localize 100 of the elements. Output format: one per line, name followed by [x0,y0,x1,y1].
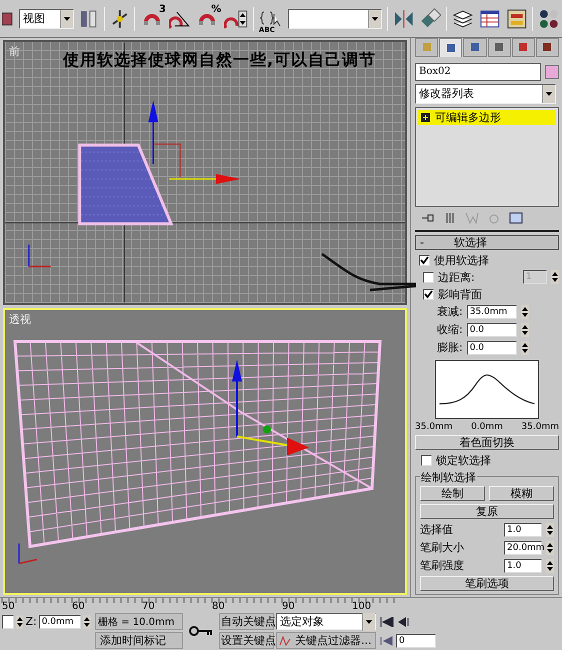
number-field[interactable]: 20.0mm [504,540,542,554]
spinner-arrows-icon[interactable] [551,270,559,284]
spinner-arrows-icon[interactable] [546,558,554,572]
ruler-label: 50 [2,601,15,612]
magnet-icon [143,12,162,24]
number-field[interactable]: 0.0 [466,322,517,336]
square-icon [444,42,457,54]
checkbox[interactable] [419,254,430,266]
key-mode-dropdown[interactable]: 选定对象 [276,613,376,630]
show-end-result-icon[interactable] [445,212,455,224]
key-icon[interactable] [188,625,214,637]
checkbox-label: 边距离: [438,270,475,284]
parameter-label: 笔刷强度 [420,558,465,573]
snap-toggle-button[interactable]: 3 [140,6,164,30]
percent-snap-button[interactable]: % [196,6,220,30]
panel-tab[interactable] [488,38,511,57]
number-field[interactable]: 35.0mm [466,304,517,318]
square-icon [420,41,433,54]
checkbox-label: 锁定软选择 [436,452,491,468]
frame-field[interactable]: 0 [396,634,436,648]
curve-axis-label: 35.0mm [521,422,559,432]
paint-button[interactable]: 绘制 [420,486,485,501]
square-icon [468,41,481,54]
shade-toggle-button[interactable]: 着色面切换 [415,435,559,450]
reference-dropdown[interactable]: 视图 [18,8,74,28]
curve-axis-label: 0.0mm [471,422,503,432]
curve-axis-label: 35.0mm [415,422,453,432]
layers-icon[interactable] [452,8,474,30]
parameter-label: 收缩: [437,322,463,337]
object-color-swatch[interactable] [545,64,559,79]
move-gizmo[interactable] [148,100,241,184]
spinner-arrows-icon[interactable] [520,304,529,318]
coordinate-field[interactable]: 0.0mm [38,614,82,628]
material-editor-icon[interactable] [538,8,560,30]
spinner-arrows-icon[interactable] [520,322,529,336]
number-field[interactable]: 1.0 [504,522,542,536]
revert-button[interactable]: 复原 [420,504,554,519]
spinner-arrows-icon[interactable] [546,522,554,536]
group-title: 绘制软选择 [420,470,477,485]
go-to-start-icon[interactable] [380,616,394,626]
auto-key-button[interactable]: 自动关键点 [219,613,274,630]
key-mode-toggle-icon[interactable] [380,636,394,646]
configure-sets-icon[interactable] [509,212,523,224]
spinner-arrows-icon[interactable] [546,540,554,554]
previous-frame-icon[interactable] [396,616,410,626]
spinner-arrows-icon[interactable] [520,340,529,354]
move-gizmo[interactable] [232,360,309,456]
ruler-label: 90 [282,601,295,612]
checkbox[interactable] [421,454,432,466]
spinner-arrows-icon[interactable] [16,614,24,628]
make-unique-icon [465,212,479,224]
square-icon [517,41,530,54]
square-icon [493,41,506,54]
rollout-header[interactable]: - 软选择 [415,235,559,250]
parameter-label: 笔刷大小 [420,540,465,555]
panel-tab[interactable] [439,38,462,57]
spinner-arrows-icon[interactable] [83,614,91,628]
axis-tripod-icon [28,244,51,268]
axis-constraint-icon[interactable] [110,8,130,30]
number-field[interactable]: 1.0 [504,558,542,572]
curve-icon [279,634,291,646]
panel-tab[interactable] [536,38,560,57]
object-name-field[interactable]: Box02 [415,62,541,81]
key-filters-button[interactable]: 关键点过滤器... [276,632,376,649]
pivot-icon[interactable] [79,8,99,30]
add-time-tag-button[interactable]: 添加时间标记 [95,632,183,649]
ruler-label: 80 [212,601,225,612]
perspective-viewport[interactable]: 透视 [3,308,407,595]
stack-item[interactable]: 可编辑多边形 [418,110,556,125]
parameter-label: 选择值 [420,522,454,537]
schematic-icon[interactable] [506,8,528,30]
ruler-label: 70 [142,601,155,612]
mirror-icon[interactable] [393,8,415,30]
coordinate-field[interactable] [2,614,14,628]
modifier-list-dropdown[interactable]: 修改器列表 [415,84,556,104]
caret-icon [60,10,74,28]
viewport-label[interactable]: 透视 [9,312,31,327]
spinner-snap-icon[interactable] [224,8,248,30]
checkbox-label: 使用软选择 [434,252,489,268]
caret-icon [542,84,555,103]
paint-button[interactable]: 模糊 [489,486,554,501]
ruler-label: 60 [72,601,85,612]
number-field[interactable]: 0.0 [466,340,517,354]
viewport-label[interactable]: 前 [9,44,20,59]
set-key-button[interactable]: 设置关键点 [219,632,274,649]
checkbox[interactable] [423,288,434,300]
panel-tab[interactable] [512,38,535,57]
spreadsheet-icon[interactable] [479,8,501,30]
brush-options-button[interactable]: 笔刷选项 [420,576,554,591]
magnet-icon [198,12,216,24]
named-selection-dropdown[interactable] [288,8,382,28]
parameter-label: 衰减: [437,304,463,319]
axis-tripod-icon [18,544,38,564]
remove-modifier-icon [489,212,499,224]
grid-size-label: 栅格 = 10.0mm [95,613,183,630]
panel-tab[interactable] [463,38,487,57]
ruler-label: 100 [352,601,372,612]
pin-icon[interactable] [421,212,435,224]
align-icon[interactable] [420,8,442,30]
caret-icon [368,10,382,28]
